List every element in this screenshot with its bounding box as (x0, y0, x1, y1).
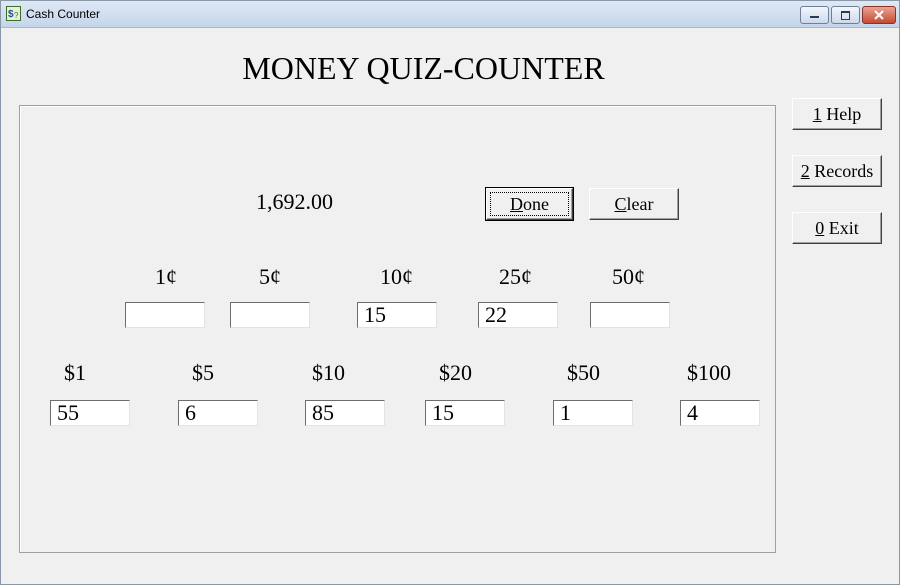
bill-input-1[interactable]: 55 (50, 400, 130, 426)
bill-input-100[interactable]: 4 (680, 400, 760, 426)
coin-label-5c: 5¢ (259, 264, 281, 289)
coin-input-25c[interactable]: 22 (478, 302, 558, 328)
bill-label-20: $20 (439, 360, 472, 385)
close-icon (874, 10, 884, 20)
coin-input-5c[interactable] (230, 302, 310, 328)
records-button[interactable]: 2 Records (792, 155, 882, 187)
coin-label-10c: 10¢ (380, 264, 413, 289)
done-button[interactable]: Done (485, 187, 574, 221)
restore-icon (841, 11, 850, 20)
bill-label-5: $5 (192, 360, 214, 385)
bill-input-20[interactable]: 15 (425, 400, 505, 426)
coin-label-25c: 25¢ (499, 264, 532, 289)
app-window: $ ? Cash Counter MONEY QUIZ-COUNTER 1,69… (0, 0, 900, 585)
maximize-button[interactable] (831, 6, 860, 24)
clear-button[interactable]: Clear (589, 188, 679, 220)
coin-input-50c[interactable] (590, 302, 670, 328)
exit-button[interactable]: 0 Exit (792, 212, 882, 244)
bill-label-10: $10 (312, 360, 345, 385)
coin-label-50c: 50¢ (612, 264, 645, 289)
app-icon: $ ? (6, 6, 21, 21)
close-button[interactable] (862, 6, 896, 24)
bill-label-100: $100 (687, 360, 731, 385)
coin-input-1c[interactable] (125, 302, 205, 328)
bill-input-10[interactable]: 85 (305, 400, 385, 426)
total-amount: 1,692.00 (256, 189, 333, 214)
minimize-button[interactable] (800, 6, 829, 24)
svg-text:?: ? (14, 11, 19, 20)
counter-panel (19, 105, 776, 553)
bill-input-5[interactable]: 6 (178, 400, 258, 426)
title-bar[interactable]: $ ? Cash Counter (1, 1, 899, 28)
page-title: MONEY QUIZ-COUNTER (242, 50, 605, 86)
help-button[interactable]: 1 Help (792, 98, 882, 130)
coin-label-1c: 1¢ (155, 264, 177, 289)
bill-label-50: $50 (567, 360, 600, 385)
coin-input-10c[interactable]: 15 (357, 302, 437, 328)
window-title: Cash Counter (26, 7, 101, 21)
client-area: MONEY QUIZ-COUNTER 1,692.00 Done Clear 1… (1, 28, 899, 584)
minimize-icon (810, 16, 819, 18)
bill-label-1: $1 (64, 360, 86, 385)
bill-input-50[interactable]: 1 (553, 400, 633, 426)
